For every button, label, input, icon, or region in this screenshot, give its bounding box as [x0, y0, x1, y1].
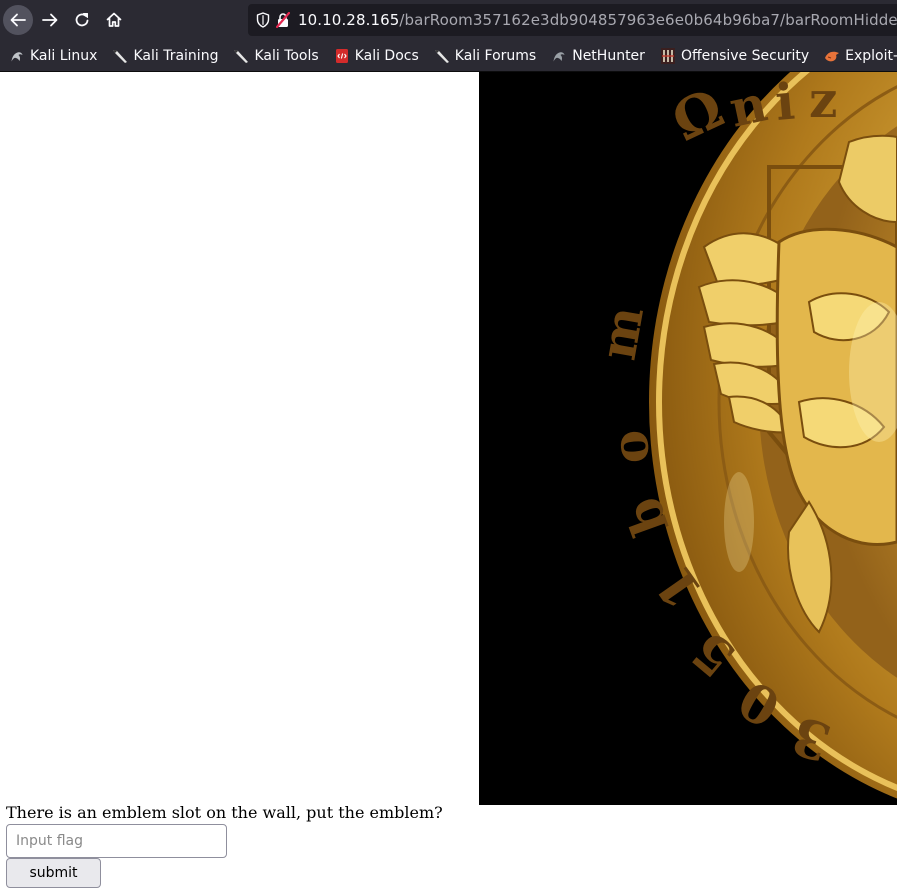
kali-sword-icon	[434, 48, 450, 64]
forward-button[interactable]	[35, 5, 65, 35]
forward-arrow-icon	[42, 13, 58, 27]
submit-button[interactable]: submit	[6, 858, 101, 888]
bookmark-exploit-db[interactable]: Exploit-DB	[815, 44, 897, 68]
bookmark-label: Kali Training	[133, 47, 219, 64]
bookmark-label: Kali Forums	[454, 47, 537, 64]
nethunter-dragon-icon	[551, 48, 567, 64]
svg-text:m: m	[588, 302, 655, 364]
kali-docs-icon	[334, 48, 350, 64]
kali-sword-icon	[233, 48, 249, 64]
bookmark-offensive-security[interactable]: Offensive Security	[651, 44, 815, 68]
bookmark-label: Kali Docs	[354, 47, 419, 64]
svg-text:z: z	[809, 72, 837, 129]
bookmark-kali-training[interactable]: Kali Training	[103, 44, 224, 68]
bookmark-kali-forums[interactable]: Kali Forums	[425, 44, 542, 68]
exploit-db-icon	[824, 48, 840, 64]
url-text[interactable]: 10.10.28.165/barRoom357162e3db904857963e…	[298, 11, 897, 29]
gold-coin-emblem-image: Ω n i z m o b 1 5 0 3	[479, 72, 897, 805]
tracking-shield-icon[interactable]	[256, 12, 270, 28]
reload-icon	[75, 13, 89, 27]
kali-dragon-icon	[9, 48, 25, 64]
back-button[interactable]	[3, 5, 33, 35]
browser-toolbar: 10.10.28.165/barRoom357162e3db904857963e…	[0, 0, 897, 40]
url-path: /barRoom357162e3db904857963e6e0b64b96ba7…	[399, 11, 897, 29]
bookmark-label: Kali Linux	[30, 47, 98, 64]
url-host: 10.10.28.165	[298, 11, 400, 29]
back-arrow-icon	[10, 13, 26, 27]
emblem-prompt-text: There is an emblem slot on the wall, put…	[6, 803, 443, 822]
reload-button[interactable]	[67, 5, 97, 35]
bookmark-label: Offensive Security	[680, 47, 810, 64]
insecure-lock-icon[interactable]	[276, 12, 290, 28]
url-bar[interactable]: 10.10.28.165/barRoom357162e3db904857963e…	[248, 4, 897, 36]
bookmark-label: NetHunter	[572, 47, 645, 64]
flag-input[interactable]	[6, 824, 227, 858]
bookmark-label: Exploit-DB	[845, 47, 897, 64]
coin-illustration: Ω n i z m o b 1 5 0 3	[479, 72, 897, 805]
bookmark-nethunter[interactable]: NetHunter	[542, 44, 651, 68]
bookmark-kali-docs[interactable]: Kali Docs	[325, 44, 425, 68]
home-icon	[106, 12, 122, 27]
svg-text:o: o	[599, 428, 661, 466]
bookmark-label: Kali Tools	[254, 47, 319, 64]
bookmark-kali-linux[interactable]: Kali Linux	[0, 44, 103, 68]
kali-sword-icon	[112, 48, 128, 64]
bookmark-kali-tools[interactable]: Kali Tools	[224, 44, 324, 68]
offsec-icon	[660, 47, 676, 64]
bookmarks-toolbar: Kali Linux Kali Training Kali Tools Kali…	[0, 40, 897, 72]
home-button[interactable]	[99, 5, 129, 35]
